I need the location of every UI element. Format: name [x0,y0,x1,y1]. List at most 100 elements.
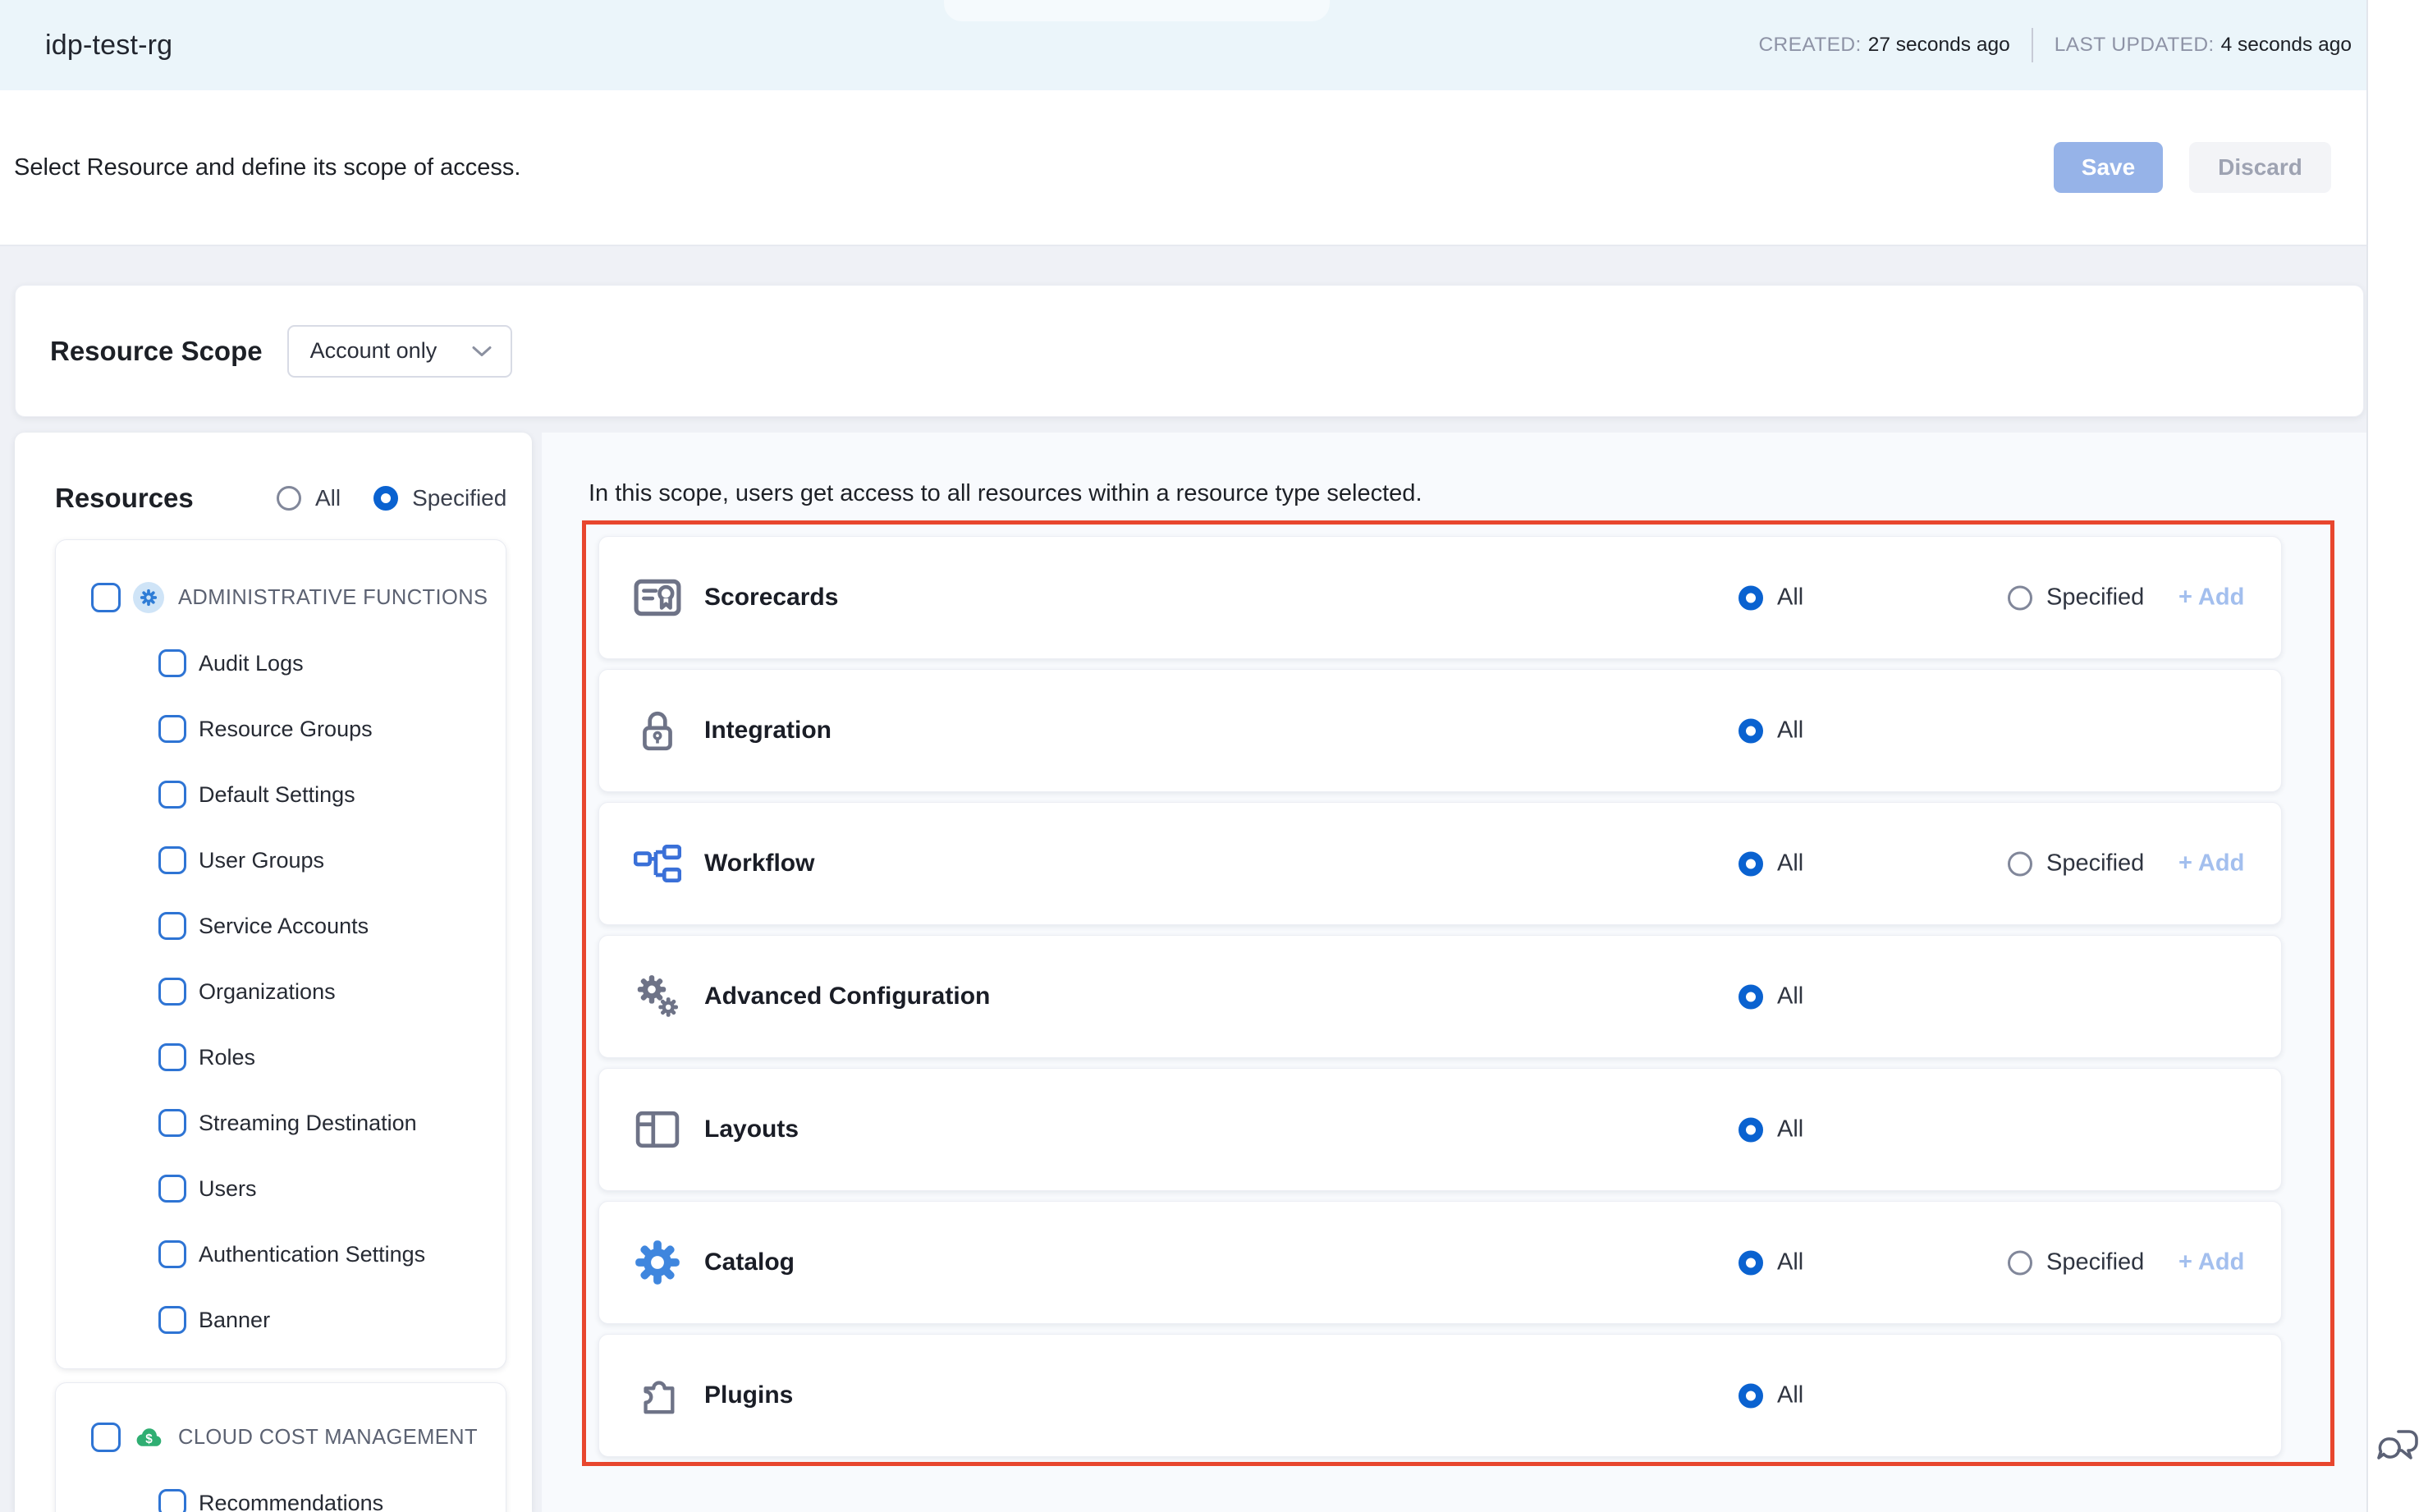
organizations-checkbox[interactable] [158,978,186,1006]
category-row-admin-functions: ADMINISTRATIVE FUNCTIONS [56,580,506,616]
plugins-radio-all[interactable]: All [1739,1382,1803,1409]
resource-row-integration: Integration All [598,669,2282,792]
category-label: ADMINISTRATIVE FUNCTIONS [178,586,488,610]
radio-specified-label: Specified [2046,584,2144,612]
radio-unselected-icon[interactable] [2008,851,2032,876]
workflow-add-button[interactable]: + Add [2178,850,2244,877]
updated-at: LAST UPDATED:4 seconds ago [2055,34,2352,57]
list-item: Audit Logs [56,645,506,681]
cloud-cost-checkbox[interactable] [91,1423,121,1452]
catalog-add-button[interactable]: + Add [2178,1249,2244,1276]
resource-row-label: Workflow [704,850,814,877]
resource-row-label: Plugins [704,1381,793,1409]
radio-unselected-icon[interactable] [277,486,301,511]
radio-selected-icon[interactable] [1739,718,1763,743]
radio-all-label: All [1777,1249,1803,1276]
workflow-icon [632,838,683,889]
cloud-cost-card: $ CLOUD COST MANAGEMENT Recommendations [55,1382,506,1512]
header-meta: CREATED:27 seconds ago LAST UPDATED:4 se… [1758,28,2352,62]
admin-functions-card: ADMINISTRATIVE FUNCTIONS Audit Logs Reso… [55,539,506,1369]
radio-all-label: All [1777,1382,1803,1409]
audit-logs-checkbox[interactable] [158,649,186,677]
radio-selected-icon[interactable] [1739,984,1763,1009]
created-at: CREATED:27 seconds ago [1758,34,2009,57]
resource-scope-select[interactable]: Account only [287,325,512,378]
puzzle-icon [632,1370,683,1421]
layouts-radio-all[interactable]: All [1739,1116,1803,1143]
lock-icon [632,705,683,756]
admin-functions-checkbox[interactable] [91,583,121,612]
resource-row-plugins: Plugins All [598,1334,2282,1457]
list-item: Service Accounts [56,908,506,944]
item-label: Organizations [199,979,336,1005]
resources-radio-all[interactable]: All [277,485,341,511]
advanced-configuration-radio-all[interactable]: All [1739,983,1803,1010]
resources-radio-all-label: All [315,485,341,511]
resources-scope-radios: All Specified [277,472,506,525]
scorecards-add-button[interactable]: + Add [2178,584,2244,612]
list-item: Banner [56,1302,506,1338]
workflow-radio-all[interactable]: All [1739,850,1803,877]
scorecards-radio-specified[interactable]: Specified [2008,584,2144,612]
radio-selected-icon[interactable] [1739,1117,1763,1142]
item-label: Authentication Settings [199,1242,425,1267]
list-item: Resource Groups [56,711,506,747]
resources-radio-specified[interactable]: Specified [373,485,506,511]
resource-row-label: Integration [704,717,831,745]
users-checkbox[interactable] [158,1175,186,1203]
item-label: Users [199,1176,257,1202]
streaming-destination-checkbox[interactable] [158,1109,186,1137]
radio-unselected-icon[interactable] [2008,585,2032,610]
category-row-cloud-cost: $ CLOUD COST MANAGEMENT [56,1419,506,1455]
resources-sidebar: Resources All Specified ADMINISTRATIVE F… [15,433,532,1512]
toolbar-description: Select Resource and define its scope of … [14,154,520,181]
radio-selected-icon[interactable] [373,486,398,511]
service-accounts-checkbox[interactable] [158,912,186,940]
list-item: Streaming Destination [56,1105,506,1141]
catalog-radio-specified[interactable]: Specified [2008,1249,2144,1276]
radio-specified-label: Specified [2046,850,2144,877]
svg-text:$: $ [145,1432,153,1446]
resources-title: Resources [55,483,194,514]
item-label: Default Settings [199,782,355,808]
roles-checkbox[interactable] [158,1043,186,1071]
radio-selected-icon[interactable] [1739,1250,1763,1275]
right-gutter [2366,0,2428,1512]
radio-selected-icon[interactable] [1739,585,1763,610]
resource-row-label: Scorecards [704,584,838,612]
item-label: Banner [199,1308,270,1333]
list-item: Default Settings [56,777,506,813]
banner-checkbox[interactable] [158,1306,186,1334]
scorecards-radio-all[interactable]: All [1739,584,1803,612]
radio-selected-icon[interactable] [1739,1383,1763,1408]
radio-selected-icon[interactable] [1739,851,1763,876]
list-item: User Groups [56,842,506,878]
item-label: Roles [199,1045,255,1070]
workflow-radio-specified[interactable]: Specified [2008,850,2144,877]
resource-groups-checkbox[interactable] [158,715,186,743]
radio-all-label: All [1777,717,1803,745]
highlight-rectangle: Scorecards All Specified + Add Integrati… [582,520,2334,1466]
layout-icon [632,1104,683,1155]
default-settings-checkbox[interactable] [158,781,186,809]
recommendations-checkbox[interactable] [158,1489,186,1512]
radio-specified-label: Specified [2046,1249,2144,1276]
item-label: Audit Logs [199,651,304,676]
authentication-settings-checkbox[interactable] [158,1240,186,1268]
chat-help-icon[interactable] [2377,1428,2420,1464]
radio-all-label: All [1777,584,1803,612]
top-tab-artifact [944,0,1330,21]
catalog-radio-all[interactable]: All [1739,1249,1803,1276]
radio-unselected-icon[interactable] [2008,1250,2032,1275]
radio-all-label: All [1777,1116,1803,1143]
page-header: idp-test-rg CREATED:27 seconds ago LAST … [0,0,2366,90]
user-groups-checkbox[interactable] [158,846,186,874]
item-label: Resource Groups [199,717,373,742]
resource-type-rows: Scorecards All Specified + Add Integrati… [598,536,2282,1457]
save-button[interactable]: Save [2054,142,2163,193]
meta-divider [2032,28,2033,62]
list-item: Users [56,1171,506,1207]
resource-row-scorecards: Scorecards All Specified + Add [598,536,2282,659]
discard-button[interactable]: Discard [2189,142,2331,193]
integration-radio-all[interactable]: All [1739,717,1803,745]
